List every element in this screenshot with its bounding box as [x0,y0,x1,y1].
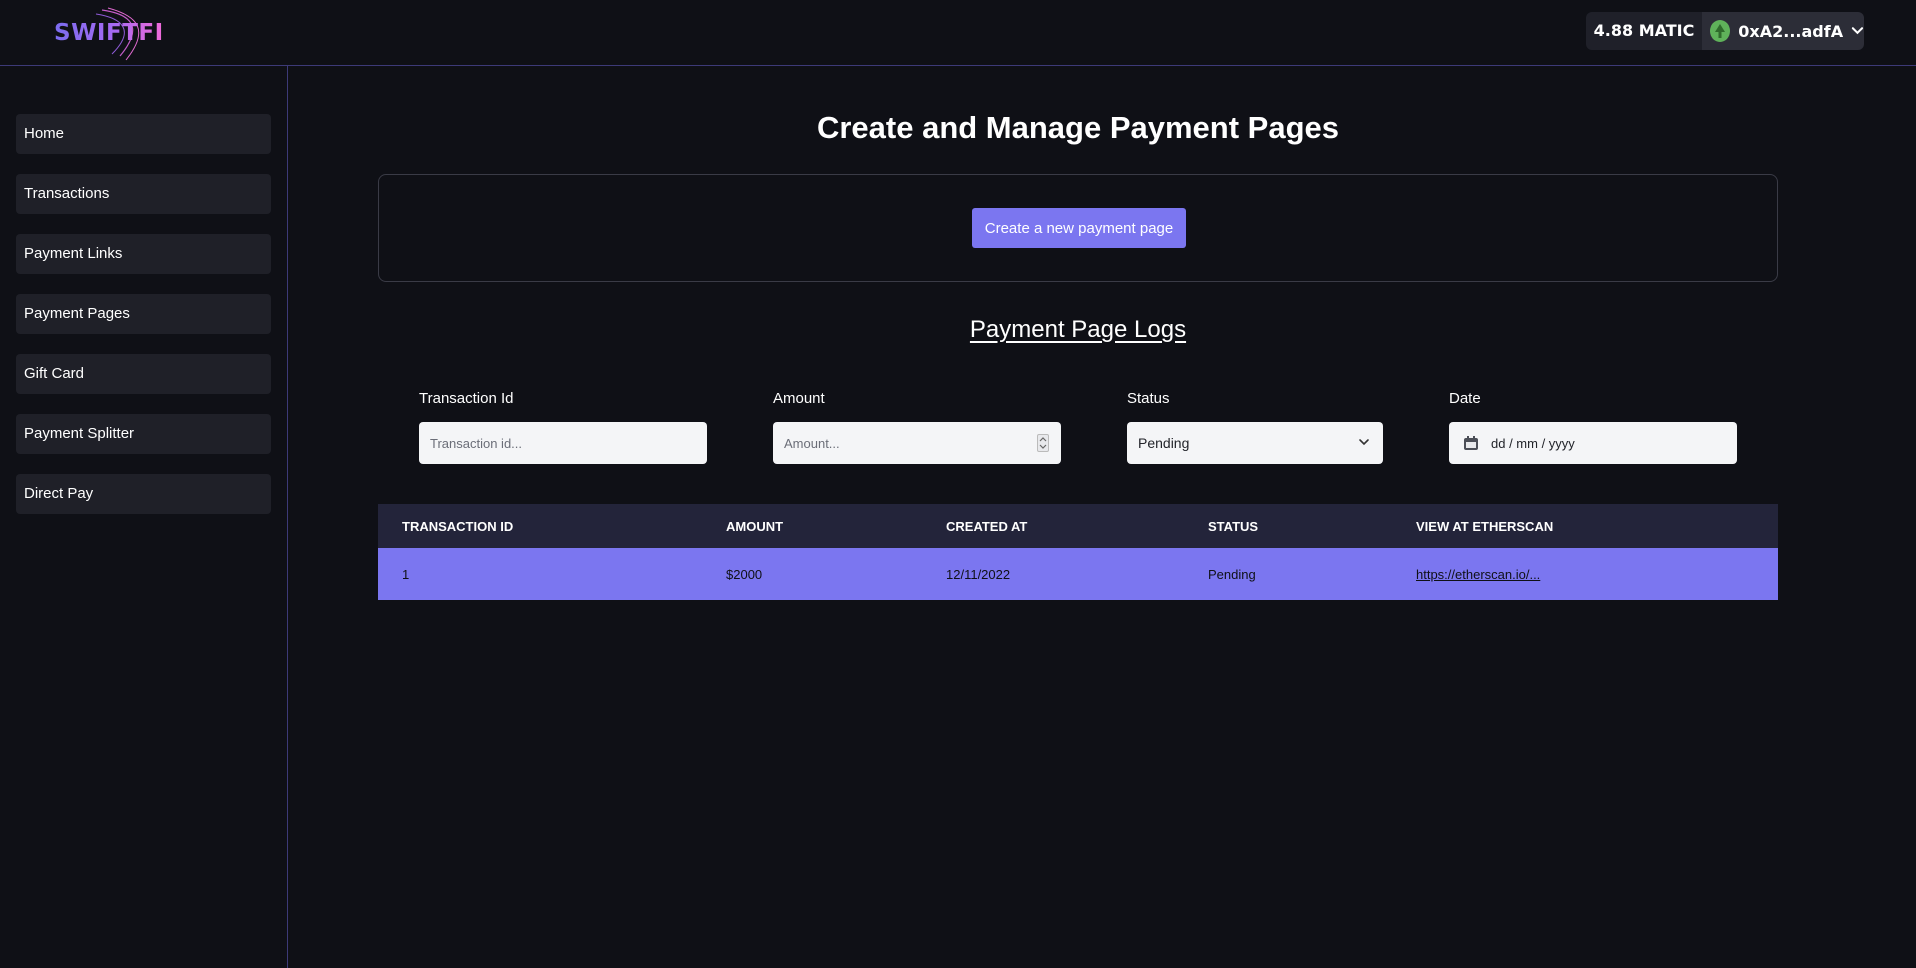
sidebar-item-payment-splitter[interactable]: Payment Splitter [16,414,271,454]
column-header-etherscan: VIEW AT ETHERSCAN [1416,518,1554,534]
chevron-down-icon [1851,27,1864,35]
table-header: TRANSACTION ID AMOUNT CREATED AT STATUS … [378,504,1778,548]
create-payment-page-panel: Create a new payment page [378,174,1778,282]
sidebar-item-gift-card[interactable]: Gift Card [16,354,271,394]
create-payment-page-button[interactable]: Create a new payment page [972,208,1186,248]
sidebar-item-direct-pay[interactable]: Direct Pay [16,474,271,514]
account-avatar [1710,20,1731,42]
amount-stepper[interactable] [1037,434,1049,452]
cell-amount: $2000 [726,566,763,582]
column-header-transaction-id: TRANSACTION ID [402,518,514,534]
wallet-balance[interactable]: 4.88 MATIC [1586,12,1702,50]
column-header-created-at: CREATED AT [946,518,1028,534]
stepper-arrows-icon [1039,437,1047,449]
sidebar-item-payment-links[interactable]: Payment Links [16,234,271,274]
status-select[interactable]: Pending [1127,422,1383,464]
cell-created-at: 12/11/2022 [946,566,1011,582]
swiftfi-logo[interactable]: SWIFTFI [50,6,163,62]
tree-icon [1715,24,1726,38]
sidebar-item-transactions[interactable]: Transactions [16,174,271,214]
cell-status: Pending [1208,566,1256,582]
account-address: 0xA2...adfA [1738,21,1844,41]
brand-name: SWIFTFI [54,20,164,46]
etherscan-link[interactable]: https://etherscan.io/... [1416,567,1540,582]
amount-label: Amount [773,390,825,407]
date-label: Date [1449,390,1481,407]
sidebar-item-home[interactable]: Home [16,114,271,154]
amount-input[interactable] [784,435,1061,451]
transaction-id-field[interactable] [419,422,707,464]
date-field[interactable]: dd / mm / yyyy [1449,422,1737,464]
top-bar: SWIFTFI 4.88 MATIC 0xA2...adfA [0,0,1916,66]
sidebar-item-payment-pages[interactable]: Payment Pages [16,294,271,334]
column-header-amount: AMOUNT [726,518,784,534]
status-label: Status [1127,390,1170,407]
date-placeholder: dd / mm / yyyy [1491,435,1575,451]
sidebar: Home Transactions Payment Links Payment … [0,66,288,968]
table-row[interactable]: 1 $2000 12/11/2022 Pending https://ether… [378,548,1778,600]
status-selected-value: Pending [1138,435,1190,451]
column-header-status: STATUS [1208,518,1259,534]
cell-transaction-id: 1 [402,566,410,582]
amount-field[interactable] [773,422,1061,464]
chevron-down-icon [1359,439,1369,446]
logs-title: Payment Page Logs [969,316,1187,343]
account-button[interactable]: 0xA2...adfA [1702,12,1864,50]
transaction-id-input[interactable] [430,435,707,451]
transaction-id-label: Transaction Id [419,390,514,407]
calendar-icon[interactable] [1463,435,1479,451]
page-title: Create and Manage Payment Pages [816,110,1340,145]
payment-page-logs-table: TRANSACTION ID AMOUNT CREATED AT STATUS … [378,504,1778,600]
